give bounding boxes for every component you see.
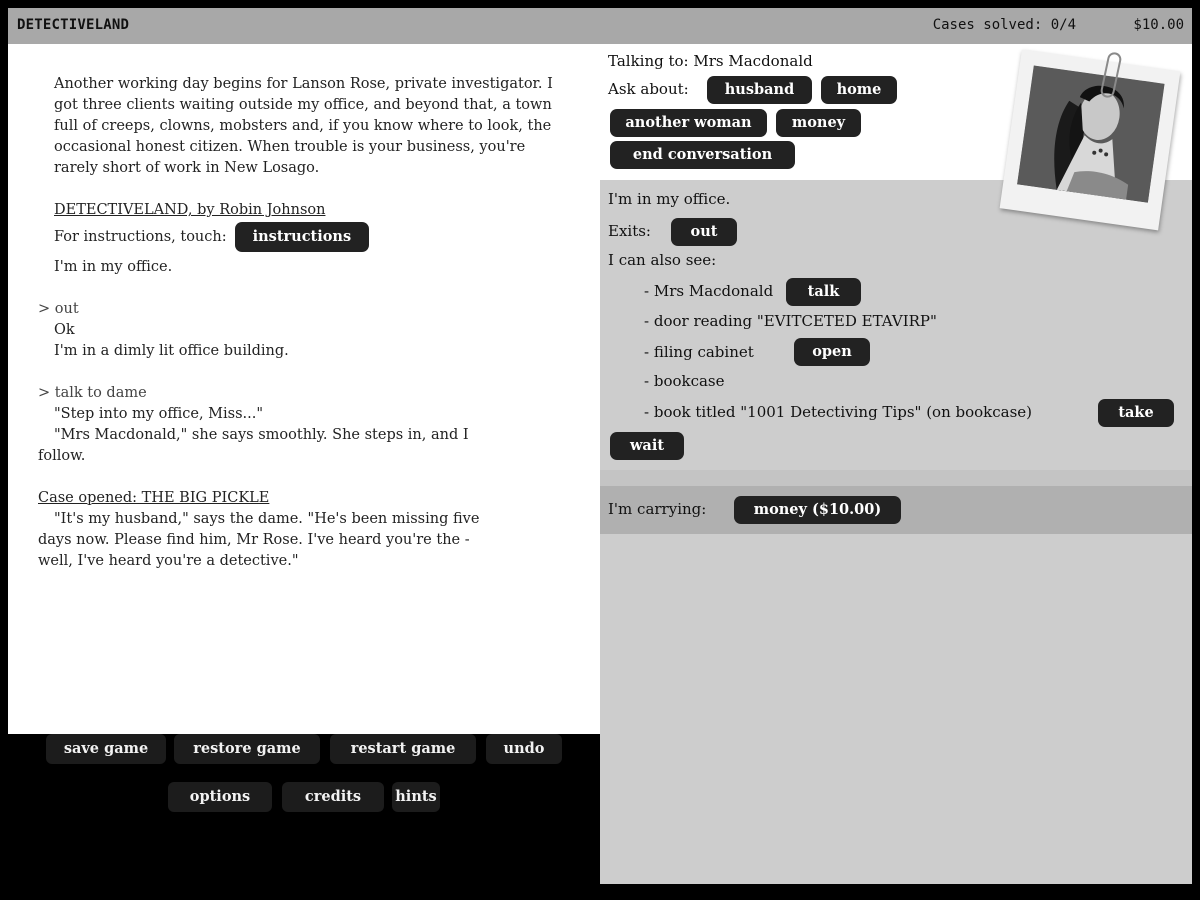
wait-button[interactable]: wait	[610, 432, 684, 460]
item-door: - door reading "EVITCETED ETAVIRP"	[644, 312, 937, 330]
empty-panel	[600, 534, 1192, 884]
step-into-line: "Step into my office, Miss..."	[54, 406, 264, 422]
system-menu: save game restore game restart game undo…	[8, 734, 600, 900]
restart-game-button[interactable]: restart game	[330, 734, 476, 764]
exit-out-button[interactable]: out	[671, 218, 737, 246]
take-button[interactable]: take	[1098, 399, 1174, 427]
intro-text: Another working day begins for Lanson Ro…	[54, 76, 553, 176]
portrait-photo-icon	[999, 49, 1181, 231]
instructions-prompt: For instructions, touch:	[54, 228, 227, 245]
item-bookcase: - bookcase	[644, 372, 725, 390]
topic-home-button[interactable]: home	[821, 76, 897, 104]
location-line: I'm in my office.	[608, 190, 731, 208]
husband-line-3: well, I've heard you're a detective."	[38, 553, 299, 569]
husband-line-2: days now. Please find him, Mr Rose. I've…	[38, 532, 470, 548]
undo-button[interactable]: undo	[486, 734, 562, 764]
money-counter: $10.00	[1133, 17, 1184, 33]
options-button[interactable]: options	[168, 782, 272, 812]
game-title: DETECTIVELAND	[17, 17, 130, 33]
item-book: - book titled "1001 Detectiving Tips" (o…	[644, 403, 1033, 421]
case-opened-line: Case opened: THE BIG PICKLE	[38, 490, 270, 506]
talking-to-label: Talking to: Mrs Macdonald	[608, 52, 813, 70]
restore-game-button[interactable]: restore game	[174, 734, 320, 764]
woman-portrait-icon	[1017, 65, 1165, 203]
instructions-row: For instructions, touch: instructions	[38, 221, 570, 253]
dimly-lit-line: I'm in a dimly lit office building.	[54, 343, 289, 359]
status-bar: DETECTIVELAND Cases solved: 0/4 $10.00	[8, 8, 1192, 44]
panel-divider	[600, 470, 1192, 486]
open-button[interactable]: open	[794, 338, 870, 366]
item-mrs-macdonald: - Mrs Macdonald	[644, 282, 774, 300]
talk-button[interactable]: talk	[786, 278, 861, 306]
can-also-see-label: I can also see:	[608, 251, 717, 269]
mrs-mac-line-2: follow.	[38, 448, 86, 464]
credits-button[interactable]: credits	[282, 782, 384, 812]
end-conversation-button[interactable]: end conversation	[610, 141, 795, 169]
item-filing-cabinet: - filing cabinet	[644, 343, 754, 361]
portrait-image	[1017, 65, 1165, 203]
exits-label: Exits:	[608, 222, 651, 240]
credit-line: DETECTIVELAND, by Robin Johnson	[54, 202, 326, 218]
topic-money-button[interactable]: money	[776, 109, 861, 137]
topic-husband-button[interactable]: husband	[707, 76, 812, 104]
transcript-pane: Another working day begins for Lanson Ro…	[8, 44, 600, 734]
mrs-mac-line-1: "Mrs Macdonald," she says smoothly. She …	[54, 427, 469, 443]
topic-another-woman-button[interactable]: another woman	[610, 109, 767, 137]
inventory-money-button[interactable]: money ($10.00)	[734, 496, 901, 524]
hints-button[interactable]: hints	[392, 782, 440, 812]
save-game-button[interactable]: save game	[46, 734, 166, 764]
husband-line-1: "It's my husband," says the dame. "He's …	[54, 511, 480, 527]
carrying-label: I'm carrying:	[608, 500, 707, 518]
ask-about-label: Ask about:	[608, 80, 689, 98]
instructions-button[interactable]: instructions	[234, 222, 370, 252]
command-out: > out	[38, 301, 79, 317]
ok-line: Ok	[54, 322, 75, 338]
cases-solved-counter: Cases solved: 0/4	[932, 17, 1076, 33]
office-line: I'm in my office.	[54, 259, 173, 275]
command-talk: > talk to dame	[38, 385, 147, 401]
